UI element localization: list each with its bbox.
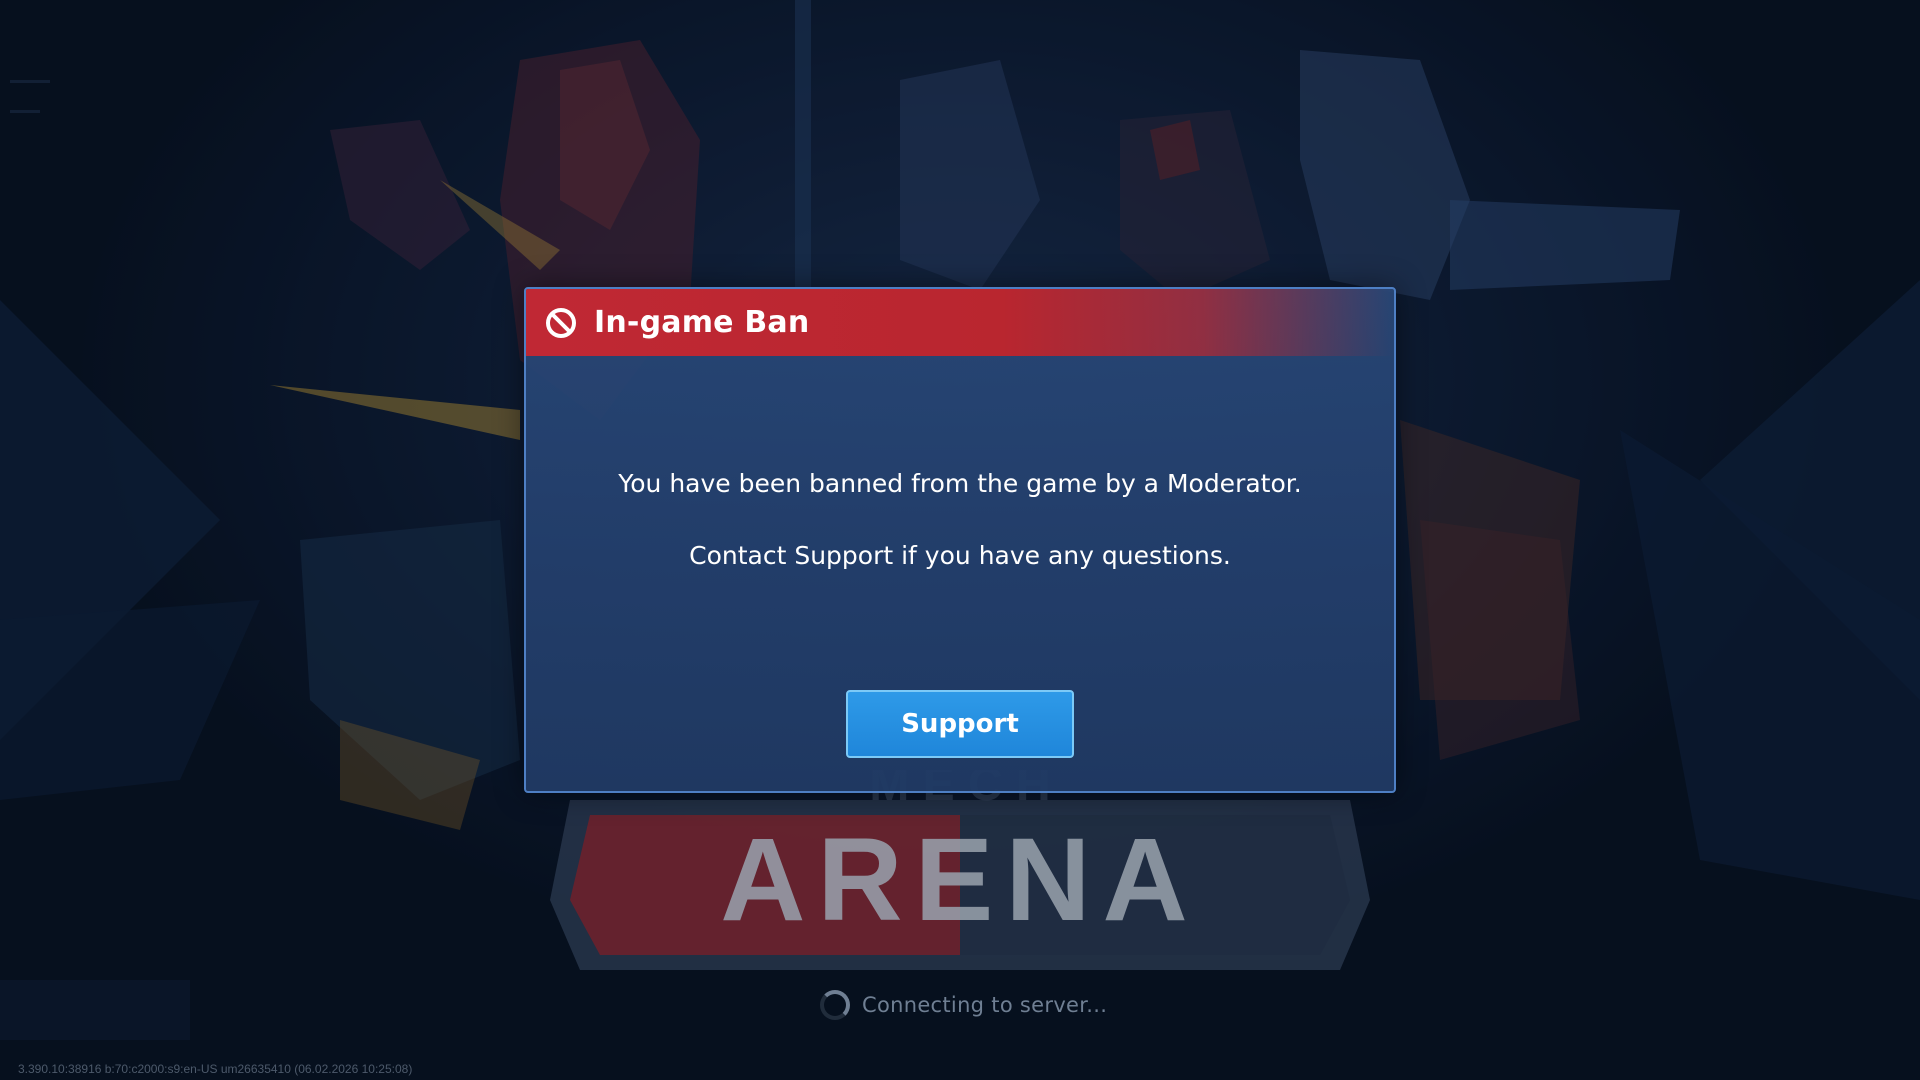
game-screen: M E C H ARENA Connecting to server... 3.… <box>0 0 1920 1080</box>
connecting-text: Connecting to server... <box>862 993 1108 1017</box>
spinner-icon <box>820 990 850 1020</box>
svg-text:ARENA: ARENA <box>720 814 1200 946</box>
ban-message: You have been banned from the game by a … <box>618 469 1302 498</box>
ban-dialog: In-game Ban You have been banned from th… <box>524 287 1396 793</box>
dialog-header: In-game Ban <box>526 289 1394 356</box>
dialog-title: In-game Ban <box>594 305 810 340</box>
build-version-text: 3.390.10:38916 b:70:c2000:s9:en-US um266… <box>18 1062 413 1076</box>
ban-icon <box>546 307 576 338</box>
game-logo: M E C H ARENA <box>550 770 1370 970</box>
support-message: Contact Support if you have any question… <box>689 541 1231 570</box>
connection-status: Connecting to server... <box>820 990 1107 1020</box>
support-button[interactable]: Support <box>846 690 1074 758</box>
